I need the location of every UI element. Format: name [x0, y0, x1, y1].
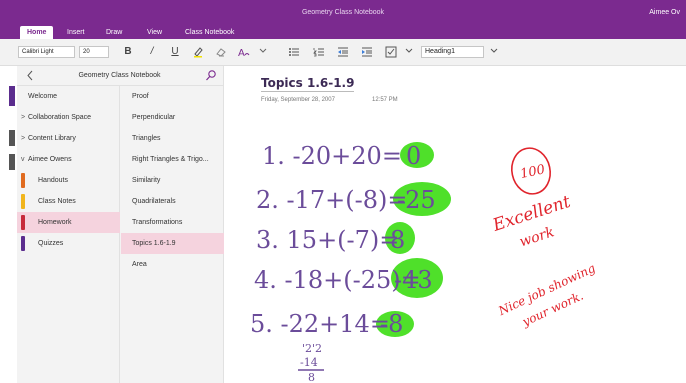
- notebook-title: Geometry Class Notebook: [78, 72, 161, 79]
- section-label: Collaboration Space: [28, 114, 92, 121]
- page-label: Triangles: [132, 135, 161, 142]
- scratch-work-line-3: 8: [308, 371, 315, 383]
- page-label: Proof: [132, 93, 149, 100]
- tab-draw[interactable]: Draw: [99, 26, 129, 39]
- decrease-indent-icon[interactable]: [336, 45, 350, 59]
- style-chevron-down-icon[interactable]: [487, 45, 501, 59]
- problem-2-text: 2. -17+(-8)=: [256, 186, 408, 214]
- page-label: Right Triangles & Trigo...: [132, 156, 209, 163]
- italic-button[interactable]: /: [145, 45, 159, 59]
- window-title: Geometry Class Notebook: [301, 9, 385, 16]
- answer-4-text: -43: [394, 266, 433, 294]
- navigation-pane: Geometry Class Notebook Welcome > Collab…: [17, 66, 224, 383]
- section-collaboration-space[interactable]: > Collaboration Space: [17, 107, 120, 128]
- section-label: Quizzes: [38, 240, 64, 247]
- tab-view[interactable]: View: [140, 26, 169, 39]
- chevron-right-icon[interactable]: >: [21, 107, 25, 128]
- svg-text:A: A: [238, 48, 245, 58]
- font-name-input[interactable]: Calibri Light: [18, 46, 75, 58]
- answer-3-text: 8: [390, 226, 405, 254]
- strip-tab: [9, 86, 15, 106]
- tags-chevron-down-icon[interactable]: [402, 45, 416, 59]
- highlighter-icon[interactable]: [191, 45, 205, 59]
- underline-button[interactable]: U: [168, 45, 182, 59]
- problem-1-text: 1. -20+20=: [262, 142, 402, 170]
- section-label: Aimee Owens: [28, 156, 72, 163]
- chevron-right-icon[interactable]: >: [21, 128, 25, 149]
- answer-1-text: 0: [406, 142, 421, 170]
- page-label: Quadrilaterals: [132, 198, 176, 205]
- tab-insert[interactable]: Insert: [60, 26, 92, 39]
- text-effects-icon[interactable]: A: [237, 45, 251, 59]
- answer-2-text: -25: [397, 186, 436, 214]
- chevron-down-icon[interactable]: v: [21, 149, 25, 170]
- scratch-work-line-1: '2'2: [302, 342, 322, 355]
- section-label: Homework: [38, 219, 72, 226]
- section-class-notes[interactable]: Class Notes: [17, 191, 120, 212]
- teacher-comment-work: work: [518, 224, 557, 250]
- chevron-down-icon[interactable]: [256, 45, 270, 59]
- page-item-selected[interactable]: Topics 1.6-1.9: [121, 233, 224, 254]
- style-select[interactable]: Heading1: [421, 46, 484, 58]
- nav-header: Geometry Class Notebook: [17, 66, 224, 86]
- tab-home[interactable]: Home: [20, 26, 54, 39]
- section-welcome[interactable]: Welcome: [17, 86, 120, 107]
- section-label: Class Notes: [38, 198, 76, 205]
- section-label: Content Library: [28, 135, 76, 142]
- section-label: Welcome: [28, 93, 58, 100]
- section-quizzes[interactable]: Quizzes: [17, 233, 120, 254]
- scratch-work-line-2: -14: [300, 356, 318, 369]
- title-bar: Geometry Class Notebook Aimee Ov Home In…: [0, 0, 686, 39]
- section-content-library[interactable]: > Content Library: [17, 128, 120, 149]
- page-label: Perpendicular: [132, 114, 176, 121]
- section-color-tab: [21, 236, 25, 251]
- page-label: Similarity: [132, 177, 161, 184]
- section-homework[interactable]: Homework: [17, 212, 120, 233]
- page-item[interactable]: Perpendicular: [121, 107, 224, 128]
- handwritten-ink[interactable]: 1. -20+20= 0 2. -17+(-8)= -25 3. 15+(-7)…: [224, 66, 686, 383]
- strip-tab: [9, 130, 15, 146]
- section-handouts[interactable]: Handouts: [17, 170, 120, 191]
- page-canvas[interactable]: Topics 1.6-1.9 Friday, September 28, 200…: [224, 66, 686, 383]
- teacher-comment-excellent: Excellent: [490, 192, 574, 236]
- back-icon[interactable]: [24, 69, 36, 82]
- section-color-tab: [21, 194, 25, 209]
- onenote-window: Geometry Class Notebook Aimee Ov Home In…: [0, 0, 686, 383]
- page-label: Area: [132, 261, 147, 268]
- problem-5-text: 5. -22+14=: [250, 310, 390, 338]
- section-color-tab: [21, 215, 25, 230]
- tab-class-notebook[interactable]: Class Notebook: [178, 26, 241, 39]
- page-item[interactable]: Transformations: [121, 212, 224, 233]
- font-size-input[interactable]: 20: [79, 46, 109, 58]
- strip-tab: [9, 154, 15, 170]
- notebook-color-strip: [0, 66, 17, 383]
- page-item[interactable]: Area: [121, 254, 224, 275]
- problem-3-text: 3. 15+(-7)=: [256, 226, 399, 254]
- ribbon-toolbar: Calibri Light 20 B / U A Heading1: [0, 39, 686, 66]
- answer-5-text: -8: [380, 310, 403, 338]
- page-item[interactable]: Proof: [121, 86, 224, 107]
- page-item[interactable]: Similarity: [121, 170, 224, 191]
- user-name[interactable]: Aimee Ov: [649, 9, 680, 16]
- section-label: Handouts: [38, 177, 68, 184]
- increase-indent-icon[interactable]: [360, 45, 374, 59]
- page-label: Topics 1.6-1.9: [132, 240, 176, 247]
- page-item[interactable]: Triangles: [121, 128, 224, 149]
- checkbox-tag-icon[interactable]: [384, 45, 398, 59]
- page-label: Transformations: [132, 219, 183, 226]
- page-list: Proof Perpendicular Triangles Right Tria…: [121, 86, 224, 383]
- score-text: 100: [519, 162, 546, 182]
- section-list: Welcome > Collaboration Space > Content …: [17, 86, 120, 383]
- numbering-icon[interactable]: [312, 45, 326, 59]
- search-icon[interactable]: [205, 69, 217, 82]
- section-color-tab: [21, 173, 25, 188]
- bullets-icon[interactable]: [287, 45, 301, 59]
- eraser-icon[interactable]: [214, 45, 228, 59]
- page-item[interactable]: Quadrilaterals: [121, 191, 224, 212]
- section-group-aimee-owens[interactable]: v Aimee Owens: [17, 149, 120, 170]
- bold-button[interactable]: B: [121, 45, 135, 59]
- page-item[interactable]: Right Triangles & Trigo...: [121, 149, 224, 170]
